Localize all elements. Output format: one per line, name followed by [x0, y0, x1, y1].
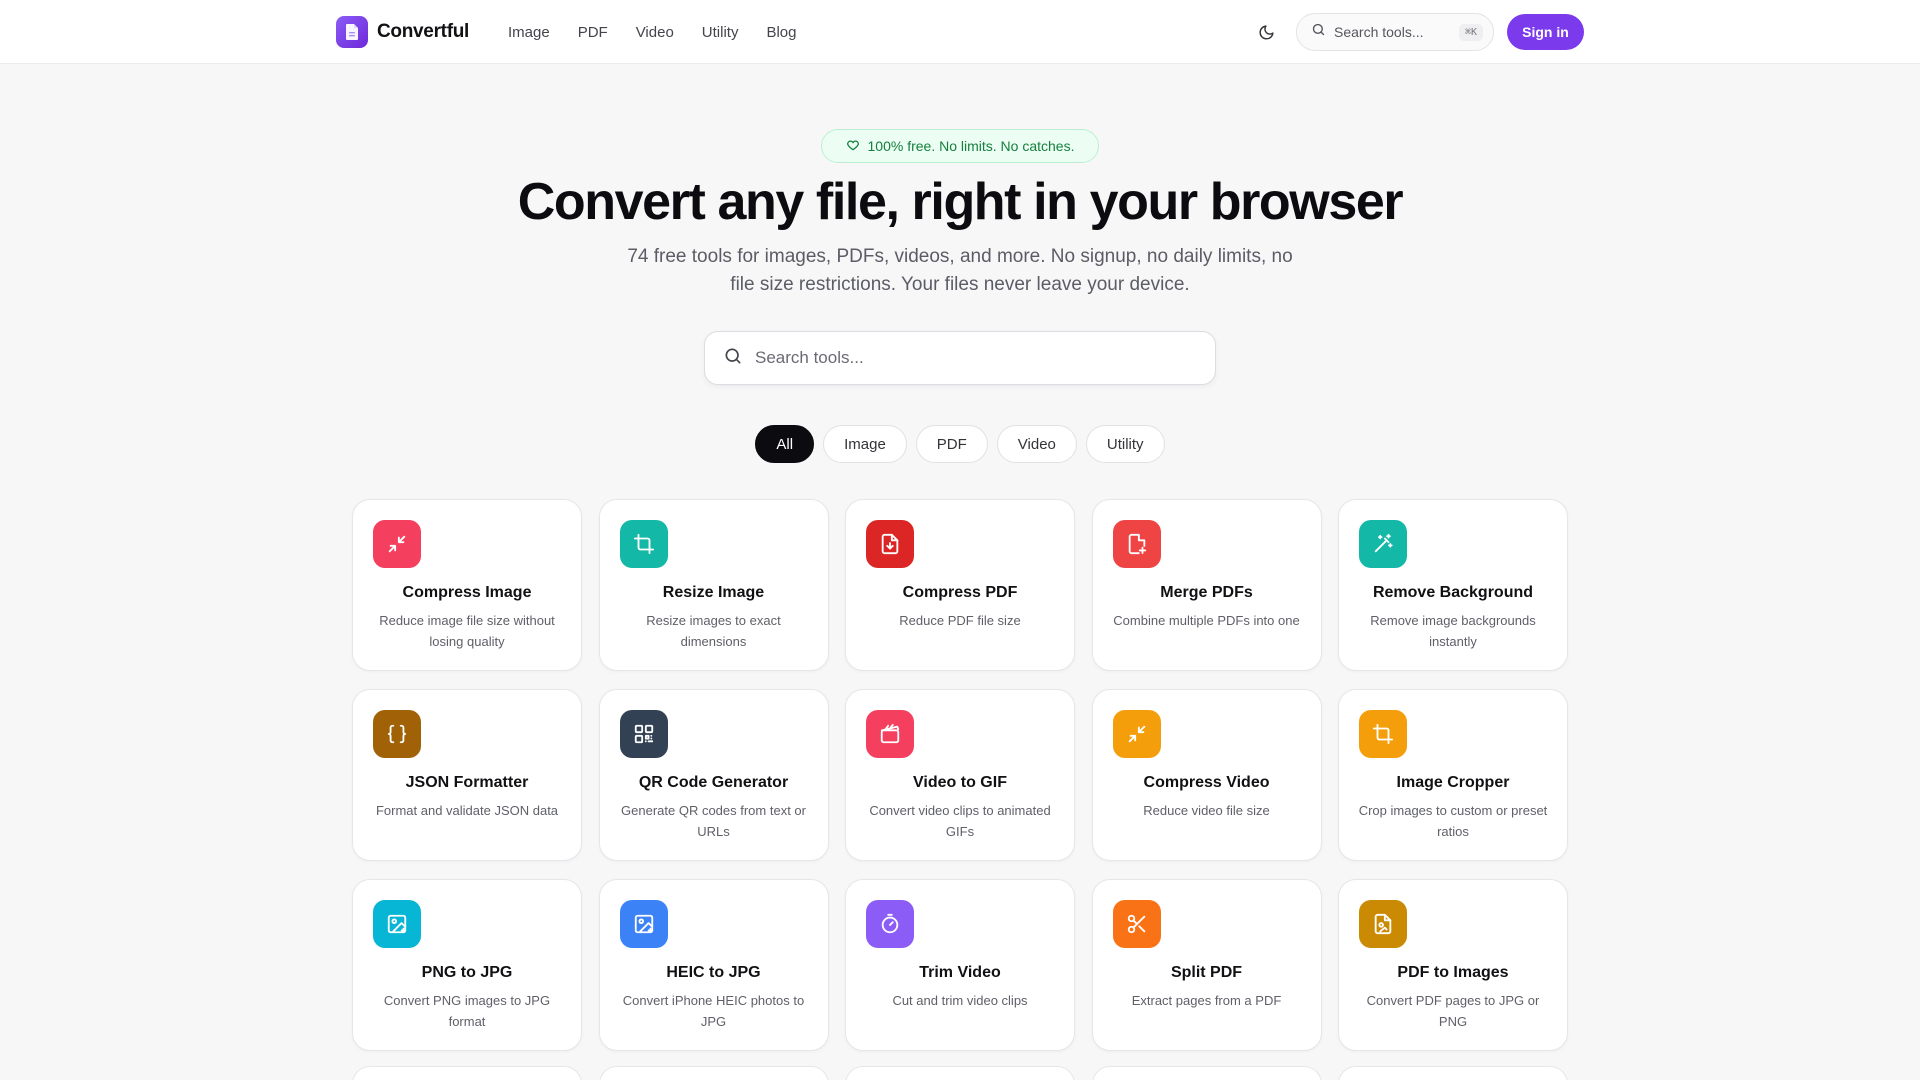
sign-in-button[interactable]: Sign in [1507, 14, 1584, 50]
tool-card-trim-video[interactable]: Trim Video Cut and trim video clips [845, 879, 1075, 1051]
tool-title: QR Code Generator [638, 774, 789, 791]
tool-card-png-to-jpg[interactable]: PNG to JPG Convert PNG images to JPG form… [352, 879, 582, 1051]
tool-grid: Compress Image Reduce image file size wit… [352, 499, 1568, 1051]
compress-arrows-icon [1112, 710, 1161, 758]
hero-search-box [704, 331, 1216, 385]
tool-title: Remove Background [1372, 584, 1534, 601]
file-plus-icon [1112, 520, 1161, 568]
tool-title: Compress PDF [902, 584, 1018, 601]
tool-title: Trim Video [919, 964, 1001, 981]
nav-image[interactable]: Image [508, 24, 550, 41]
nav-utility[interactable]: Utility [702, 24, 739, 41]
tool-title: Image Cropper [1396, 774, 1510, 791]
search-icon [723, 346, 743, 371]
tool-description: Generate QR codes from text or URLs [621, 803, 806, 839]
nav-pdf[interactable]: PDF [578, 24, 608, 41]
tool-card-image-cropper[interactable]: Image Cropper Crop images to custom or pr… [1338, 689, 1568, 861]
braces-icon [373, 710, 421, 758]
tool-description: Remove image backgrounds instantly [1370, 613, 1536, 649]
tool-title: Split PDF [1170, 964, 1243, 981]
hero-title: Convert any file, right in your browser [517, 173, 1404, 231]
tool-card-partial[interactable] [1091, 1066, 1322, 1080]
tool-description: Reduce PDF file size [899, 613, 1021, 628]
filter-image[interactable]: Image [823, 425, 907, 463]
tool-title: PDF to Images [1397, 964, 1509, 981]
tool-card-pdf-to-images[interactable]: PDF to Images Convert PDF pages to JPG or… [1338, 879, 1568, 1051]
scissors-icon [1112, 900, 1161, 948]
tool-card-qr-code-generator[interactable]: QR Code Generator Generate QR codes from … [598, 689, 829, 861]
image-plus-icon [373, 900, 421, 948]
tool-card-json-formatter[interactable]: JSON Formatter Format and validate JSON d… [352, 689, 582, 861]
tool-card-partial[interactable] [352, 1066, 582, 1080]
tool-description: Extract pages from a PDF [1131, 993, 1282, 1008]
tool-card-compress-image[interactable]: Compress Image Reduce image file size wit… [352, 499, 582, 671]
tool-description: Cut and trim video clips [892, 993, 1028, 1008]
tool-card-compress-pdf[interactable]: Compress PDF Reduce PDF file size [845, 499, 1075, 671]
qr-code-icon [619, 710, 668, 758]
header-search-box[interactable]: Search tools... ⌘K [1296, 13, 1494, 51]
hero-subtitle-line2: file size restrictions. Your files never… [730, 274, 1190, 295]
crop-icon [1359, 710, 1407, 758]
category-filters: All Image PDF Video Utility [0, 425, 1920, 463]
filter-all[interactable]: All [755, 425, 815, 463]
tool-card-video-to-gif[interactable]: Video to GIF Convert video clips to anima… [845, 689, 1075, 861]
tool-description: Convert PNG images to JPG format [383, 993, 551, 1029]
tool-card-resize-image[interactable]: Resize Image Resize images to exact dimen… [598, 499, 829, 671]
tool-description: Combine multiple PDFs into one [1113, 613, 1300, 628]
heart-icon [846, 138, 860, 155]
clapperboard-icon [866, 710, 914, 758]
tool-card-merge-pdfs[interactable]: Merge PDFs Combine multiple PDFs into one [1091, 499, 1322, 671]
tool-description: Format and validate JSON data [375, 803, 559, 818]
header-search-placeholder: Search tools... [1334, 24, 1424, 40]
tool-card-partial[interactable] [845, 1066, 1075, 1080]
hero-search-input[interactable] [755, 348, 1197, 368]
tool-card-compress-video[interactable]: Compress Video Reduce video file size [1091, 689, 1322, 861]
tool-description: Crop images to custom or preset ratios [1358, 803, 1548, 839]
hero-subtitle: 74 free tools for images, PDFs, videos, … [610, 243, 1310, 299]
filter-pdf[interactable]: PDF [915, 425, 988, 463]
tool-description: Convert iPhone HEIC photos to JPG [622, 993, 805, 1029]
tool-description: Reduce image file size without losing qu… [379, 613, 555, 649]
file-image-icon [1359, 900, 1407, 948]
magic-wand-icon [1359, 520, 1407, 568]
filter-video[interactable]: Video [996, 425, 1077, 463]
free-badge: 100% free. No limits. No catches. [821, 129, 1099, 163]
tool-title: Merge PDFs [1160, 584, 1253, 601]
file-download-icon [866, 520, 914, 568]
hero-subtitle-line1: 74 free tools for images, PDFs, videos, … [627, 246, 1293, 267]
crop-icon [619, 520, 668, 568]
tool-card-partial[interactable] [598, 1066, 829, 1080]
search-shortcut: ⌘K [1458, 23, 1483, 41]
search-icon [1311, 22, 1326, 42]
tool-card-heic-to-jpg[interactable]: HEIC to JPG Convert iPhone HEIC photos to… [598, 879, 829, 1051]
logo-link[interactable]: Convertful [336, 16, 469, 48]
tool-description: Resize images to exact dimensions [646, 613, 781, 649]
tool-title: PNG to JPG [421, 964, 513, 981]
tool-title: Video to GIF [913, 774, 1007, 791]
tool-title: HEIC to JPG [666, 964, 761, 981]
image-plus-icon [619, 900, 668, 948]
nav-blog[interactable]: Blog [766, 24, 796, 41]
top-header: Convertful Image PDF Video Utility Blog … [0, 0, 1920, 64]
tool-grid-next-row [352, 1066, 1568, 1080]
file-logo-icon [336, 16, 368, 48]
badge-text: 100% free. No limits. No catches. [867, 138, 1075, 154]
filter-utility[interactable]: Utility [1085, 425, 1165, 463]
tool-card-split-pdf[interactable]: Split PDF Extract pages from a PDF [1091, 879, 1322, 1051]
tool-description: Convert video clips to animated GIFs [869, 803, 1051, 839]
tool-description: Convert PDF pages to JPG or PNG [1366, 993, 1540, 1029]
main-nav: Image PDF Video Utility Blog [508, 20, 797, 44]
moon-icon[interactable] [1253, 19, 1279, 45]
compress-arrows-icon [373, 520, 421, 568]
logo-text: Convertful [377, 21, 470, 42]
nav-video[interactable]: Video [636, 24, 674, 41]
tool-title: Compress Video [1143, 774, 1270, 791]
tool-title: JSON Formatter [405, 774, 529, 791]
tool-card-remove-background[interactable]: Remove Background Remove image background… [1338, 499, 1568, 671]
tool-description: Reduce video file size [1143, 803, 1270, 818]
tool-title: Compress Image [402, 584, 532, 601]
timer-icon [866, 900, 914, 948]
tool-title: Resize Image [662, 584, 765, 601]
tool-card-partial[interactable] [1338, 1066, 1568, 1080]
